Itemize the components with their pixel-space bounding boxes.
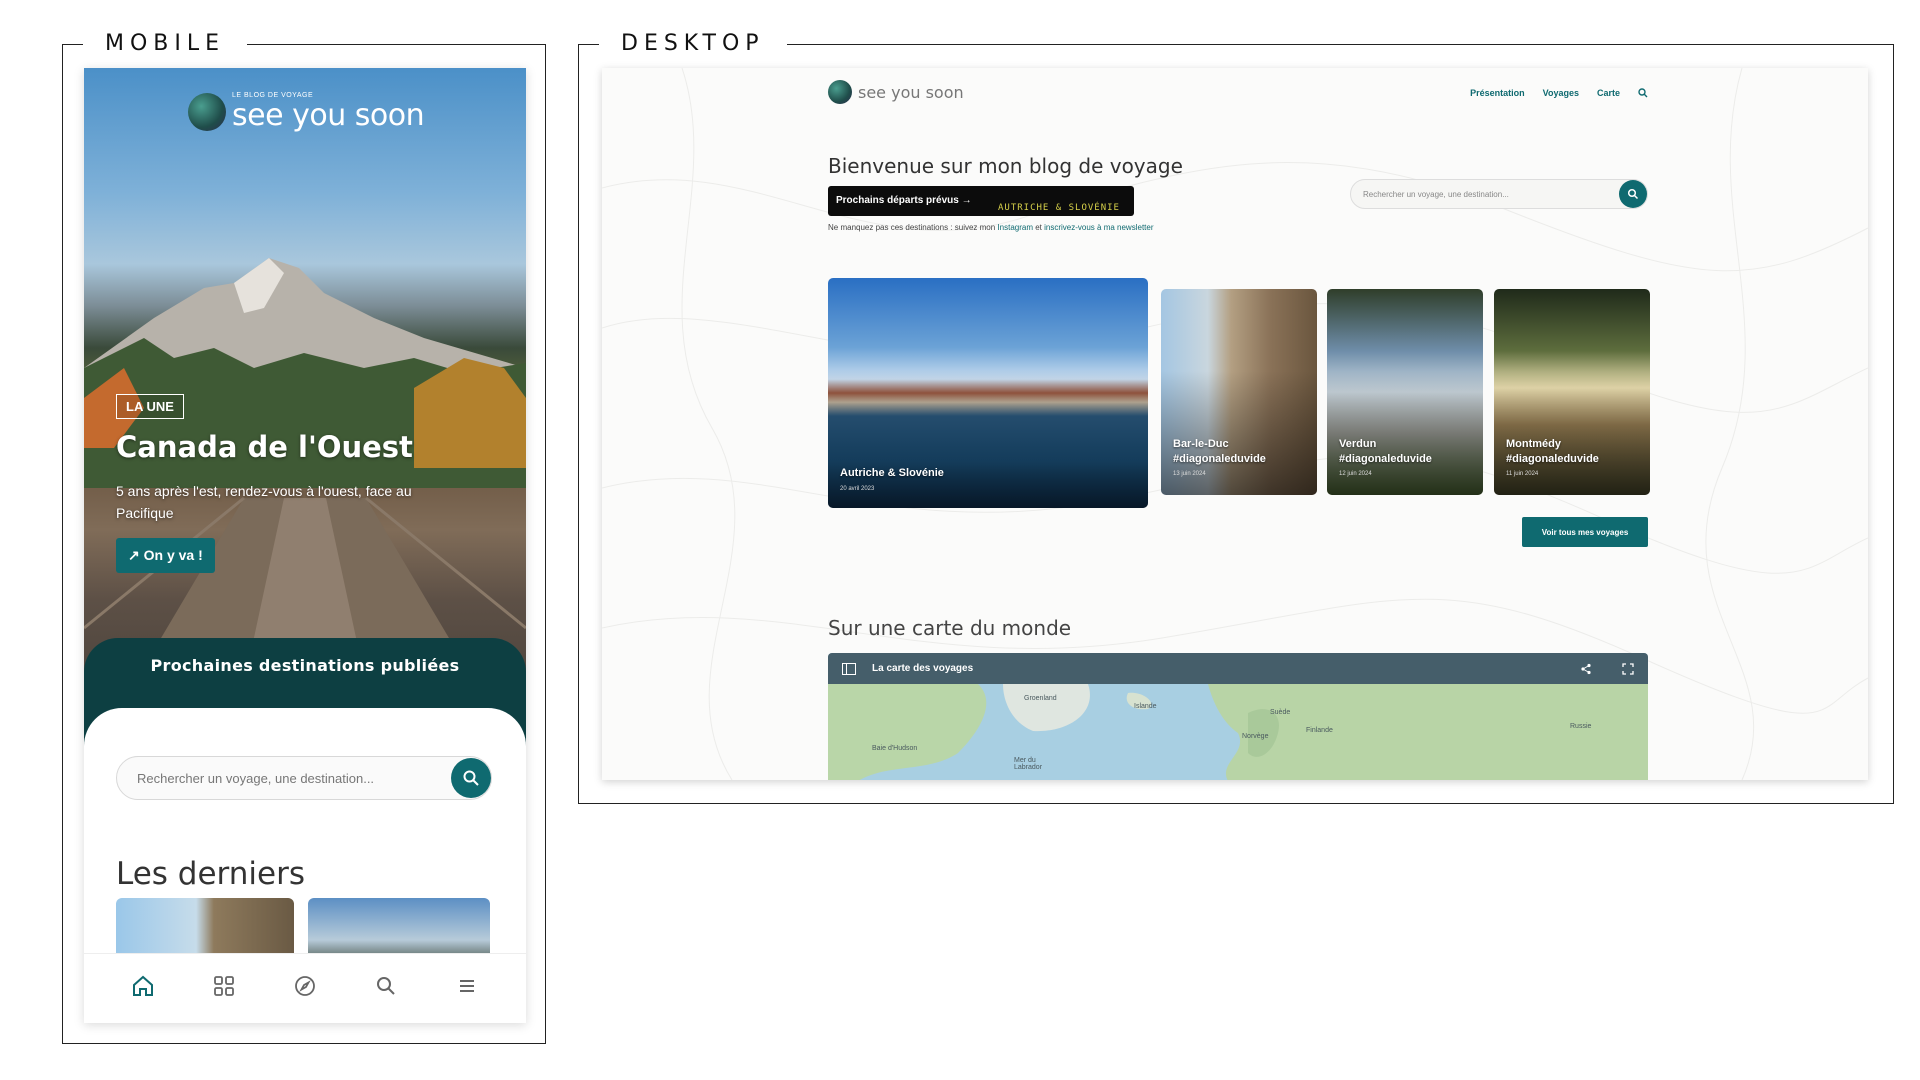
trip-card-title: Verdun #diagonaleduvide [1339, 438, 1432, 465]
search-icon[interactable] [1638, 88, 1648, 98]
tab-trips[interactable] [208, 970, 240, 1002]
nav-item-presentation[interactable]: Présentation [1470, 88, 1525, 98]
trip-card-title: Montmédy #diagonaleduvide [1506, 438, 1599, 465]
follow-note-text: Ne manquez pas ces destinations : suivez… [828, 223, 998, 232]
tab-home[interactable] [127, 970, 159, 1002]
map-label: Finlande [1306, 727, 1333, 734]
mobile-search-input[interactable]: Rechercher un voyage, une destination... [116, 756, 492, 800]
desktop-screen: see you soon Présentation Voyages Carte … [602, 68, 1868, 780]
hero-title: Canada de l'Ouest [116, 430, 413, 464]
mobile-search-placeholder: Rechercher un voyage, une destination... [137, 771, 375, 786]
tab-explore[interactable] [289, 970, 321, 1002]
search-icon [377, 976, 395, 995]
follow-note-and: et [1033, 223, 1045, 232]
desktop-logo[interactable]: see you soon [828, 80, 964, 104]
trip-card-title: Bar-le-Duc #diagonaleduvide [1173, 438, 1266, 465]
card-shade [828, 370, 1148, 508]
nav-item-voyages[interactable]: Voyages [1543, 88, 1579, 98]
menu-icon [460, 979, 475, 992]
mobile-frame-label: MOBILE [83, 31, 248, 56]
all-trips-button[interactable]: Voir tous mes voyages [1522, 517, 1648, 547]
upcoming-departures-label: Prochains départs prévus → [836, 195, 972, 206]
next-destinations-title[interactable]: Prochaines destinations publiées [84, 656, 526, 675]
sidebar-toggle-icon[interactable] [842, 663, 856, 675]
map-label: Suède [1270, 709, 1291, 716]
trip-card[interactable]: Autriche & Slovénie 20 avril 2023 [828, 278, 1148, 508]
globe-logo-icon [188, 92, 226, 131]
map-label: Islande [1134, 703, 1157, 710]
trip-card[interactable]: Verdun #diagonaleduvide 12 juin 2024 [1327, 289, 1483, 495]
mobile-screen: LE BLOG DE VOYAGE see you soon LA UNE Ca… [84, 68, 526, 1023]
hero-subtitle: 5 ans après l'est, rendez-vous à l'ouest… [116, 483, 412, 521]
latest-title: Les derniers [116, 856, 305, 892]
upcoming-departures-ticker: AUTRICHE & SLOVÉNIE [998, 203, 1120, 213]
logo-tagline: LE BLOG DE VOYAGE [232, 92, 314, 99]
home-icon [132, 975, 153, 996]
featured-badge: LA UNE [116, 394, 184, 419]
main-nav: Présentation Voyages Carte [1470, 88, 1648, 98]
trip-card-date: 13 juin 2024 [1173, 471, 1206, 477]
trip-card-title: Autriche & Slovénie [840, 467, 944, 479]
arrow-icon: ↗ [128, 547, 144, 563]
trip-card[interactable]: Bar-le-Duc #diagonaleduvide 13 juin 2024 [1161, 289, 1317, 495]
fullscreen-icon[interactable] [1622, 663, 1634, 675]
follow-note: Ne manquez pas ces destinations : suivez… [828, 223, 1154, 232]
search-icon [463, 770, 479, 786]
mobile-tab-bar [84, 953, 526, 1017]
desktop-search-input[interactable]: Rechercher un voyage, une destination... [1350, 179, 1648, 209]
mobile-logo[interactable]: LE BLOG DE VOYAGE see you soon [188, 90, 425, 133]
map-label: Baie d'Hudson [872, 745, 918, 752]
logo-text: see you soon [858, 82, 964, 102]
map-toolbar: La carte des voyages [828, 653, 1648, 684]
nav-item-carte[interactable]: Carte [1597, 88, 1620, 98]
globe-logo-icon [828, 80, 852, 104]
map-label: Norvège [1242, 733, 1269, 740]
search-icon [1627, 188, 1639, 200]
instagram-link[interactable]: Instagram [997, 223, 1033, 232]
logo-text: see you soon [232, 98, 425, 133]
hero-cta-button[interactable]: ↗ On y va ! [116, 538, 215, 573]
mobile-search-button[interactable] [451, 758, 491, 798]
upcoming-departures-bar[interactable]: Prochains départs prévus → AUTRICHE & SL… [828, 186, 1134, 216]
compass-icon [295, 975, 315, 996]
map-section-title: Sur une carte du monde [828, 616, 1072, 640]
map-label: Russie [1570, 723, 1592, 730]
page-title: Bienvenue sur mon blog de voyage [828, 154, 1183, 178]
desktop-search-button[interactable] [1619, 180, 1647, 208]
grid-icon [213, 975, 234, 996]
desktop-search-placeholder: Rechercher un voyage, une destination... [1363, 190, 1509, 199]
tab-menu[interactable] [451, 970, 483, 1002]
map-label: Groenland [1024, 695, 1057, 702]
trip-card-date: 20 avril 2023 [840, 486, 875, 492]
map-title: La carte des voyages [872, 663, 974, 674]
world-map-embed[interactable]: La carte des voyages Groenland Islande S… [828, 653, 1648, 780]
trip-card[interactable]: Montmédy #diagonaleduvide 11 juin 2024 [1494, 289, 1650, 495]
trip-card-date: 11 juin 2024 [1506, 471, 1539, 477]
desktop-frame-label: DESKTOP [599, 31, 787, 56]
trip-card-date: 12 juin 2024 [1339, 471, 1372, 477]
map-label: Mer du Labrador [1014, 757, 1043, 771]
share-icon[interactable] [1580, 663, 1592, 675]
hero-cta-label: On y va ! [143, 547, 203, 563]
newsletter-link[interactable]: inscrivez-vous à ma newsletter [1044, 223, 1153, 232]
tab-search[interactable] [370, 970, 402, 1002]
